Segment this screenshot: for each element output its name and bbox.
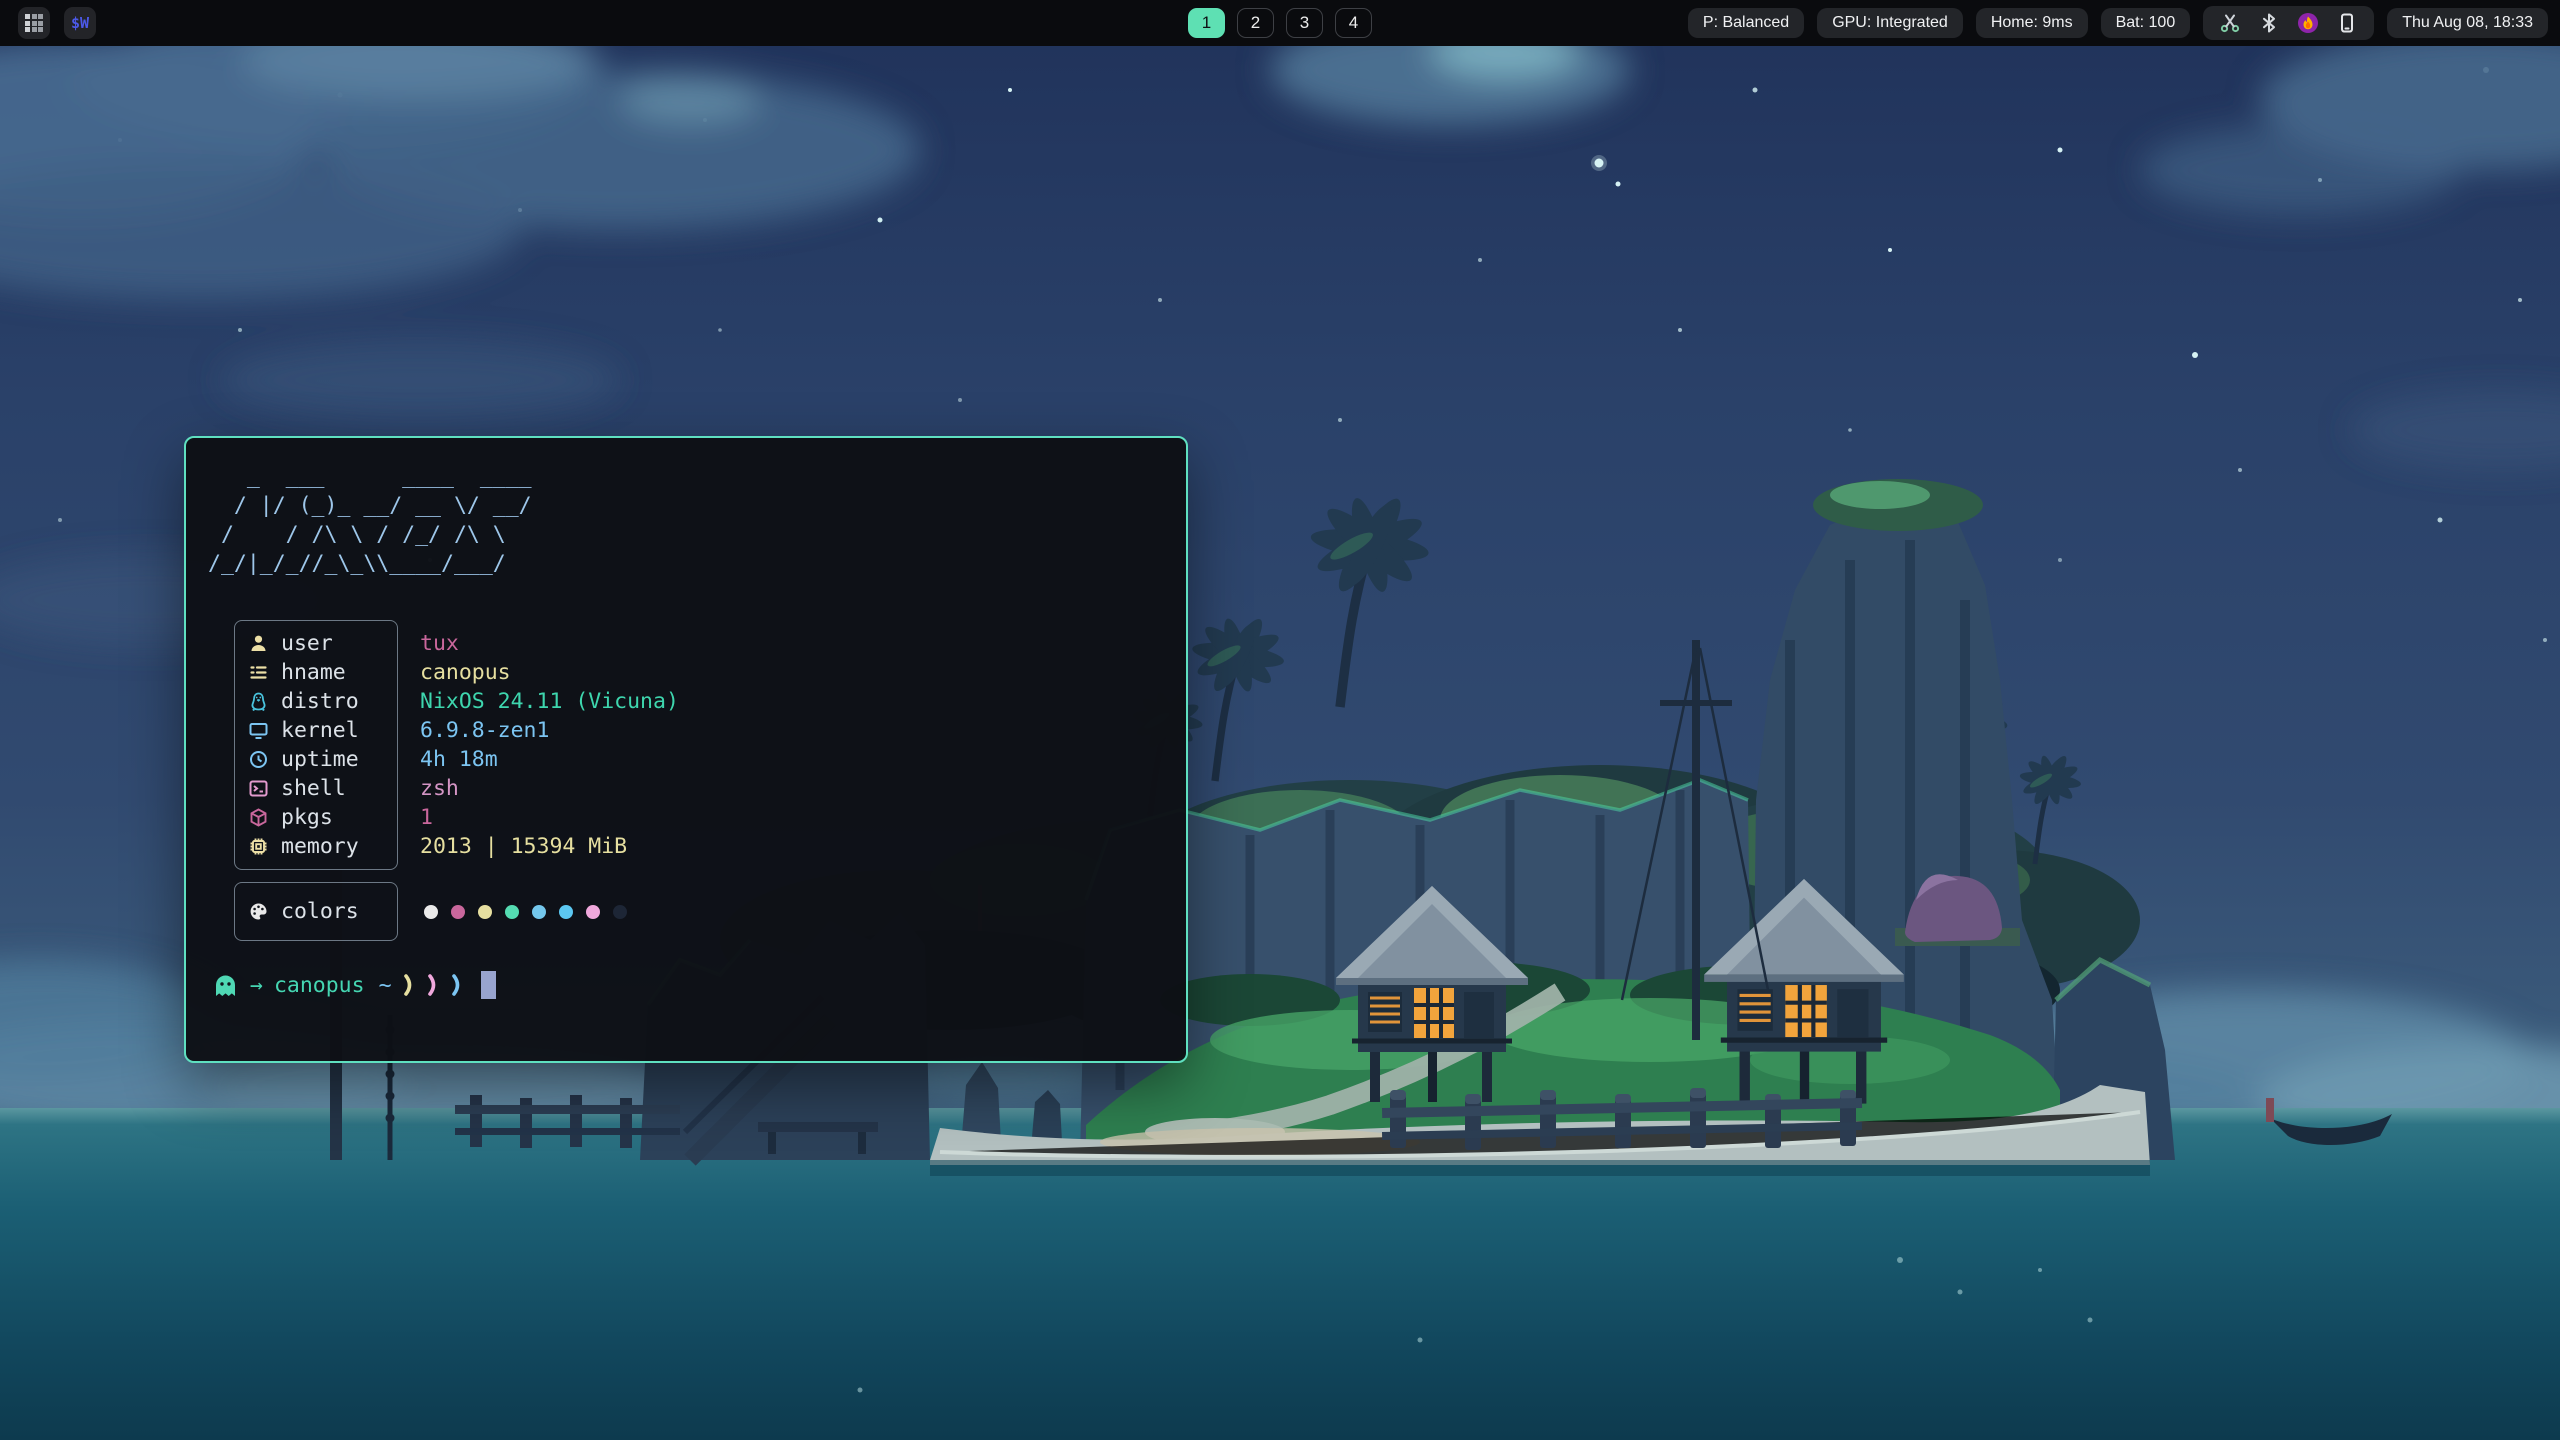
chip-icon xyxy=(248,836,269,857)
fetch-values-column: tux canopus NixOS 24.11 (Vicuna) 6.9.8-z… xyxy=(420,620,679,941)
fetch-info-box: user hname distro kernel xyxy=(234,620,398,870)
monitor-icon xyxy=(248,720,269,741)
chevron-icon xyxy=(403,972,416,998)
info-row-kernel: kernel xyxy=(235,716,397,745)
prompt-arrow: → xyxy=(250,973,263,998)
desktop: $W 1 2 3 4 P: Balanced GPU: Integrated H… xyxy=(0,0,2560,1440)
info-row-distro: distro xyxy=(235,687,397,716)
gpu-module: GPU: Integrated xyxy=(1817,8,1963,38)
palette-dot xyxy=(505,905,519,919)
user-icon xyxy=(248,633,269,654)
bar-left: $W xyxy=(18,7,96,39)
ascii-logo: _ ___ ____ ____ / |/ (_)_ __/ __ \/ __/ … xyxy=(208,462,1162,578)
info-value-uptime: 4h 18m xyxy=(420,745,679,774)
info-value-distro: NixOS 24.11 (Vicuna) xyxy=(420,687,679,716)
chevron-icon xyxy=(427,972,440,998)
clock-module: Thu Aug 08, 18:33 xyxy=(2387,8,2548,38)
top-bar: $W 1 2 3 4 P: Balanced GPU: Integrated H… xyxy=(0,0,2560,46)
package-icon xyxy=(248,807,269,828)
info-value-pkgs: 1 xyxy=(420,803,679,832)
info-label: distro xyxy=(281,689,359,714)
bluetooth-icon[interactable] xyxy=(2258,12,2280,34)
palette-dot xyxy=(532,905,546,919)
palette-dot xyxy=(613,905,627,919)
scissors-icon[interactable] xyxy=(2219,12,2241,34)
palette-dots xyxy=(420,897,679,926)
workspace-switcher: 1 2 3 4 xyxy=(1188,0,1372,46)
info-row-pkgs: pkgs xyxy=(235,803,397,832)
info-label: memory xyxy=(281,834,359,859)
info-row-hname: hname xyxy=(235,658,397,687)
info-row-colors: colors xyxy=(235,897,397,926)
prompt-path: ~ xyxy=(379,973,392,998)
logo-button[interactable]: $W xyxy=(64,7,96,39)
dollar-w-logo: $W xyxy=(71,14,89,32)
info-label: shell xyxy=(281,776,346,801)
info-label: uptime xyxy=(281,747,359,772)
info-label: user xyxy=(281,631,333,656)
bar-right: P: Balanced GPU: Integrated Home: 9ms Ba… xyxy=(1688,6,2548,40)
system-tray xyxy=(2203,6,2374,40)
info-label: pkgs xyxy=(281,805,333,830)
clock-icon xyxy=(248,749,269,770)
colors-box: colors xyxy=(234,882,398,941)
app-launcher-button[interactable] xyxy=(18,7,50,39)
app-grid-icon xyxy=(25,14,43,32)
power-profile-module: P: Balanced xyxy=(1688,8,1804,38)
info-value-hname: canopus xyxy=(420,658,679,687)
palette-dot xyxy=(478,905,492,919)
shell-prompt[interactable]: → canopus ~ xyxy=(212,971,1162,999)
ghost-icon xyxy=(212,972,239,999)
fetch-output: user hname distro kernel xyxy=(234,620,1162,941)
workspace-button-1[interactable]: 1 xyxy=(1188,8,1225,38)
info-value-user: tux xyxy=(420,629,679,658)
palette-dot xyxy=(451,905,465,919)
prompt-host: canopus xyxy=(274,973,365,998)
workspace-button-3[interactable]: 3 xyxy=(1286,8,1323,38)
info-label: hname xyxy=(281,660,346,685)
info-value-memory: 2013 | 15394 MiB xyxy=(420,832,679,861)
fetch-labels-column: user hname distro kernel xyxy=(234,620,398,941)
battery-module: Bat: 100 xyxy=(2101,8,2191,38)
penguin-icon xyxy=(248,691,269,712)
info-value-shell: zsh xyxy=(420,774,679,803)
ping-module: Home: 9ms xyxy=(1976,8,2088,38)
info-label: kernel xyxy=(281,718,359,743)
palette-icon xyxy=(248,901,269,922)
workspace-button-4[interactable]: 4 xyxy=(1335,8,1372,38)
phone-icon[interactable] xyxy=(2336,12,2358,34)
info-row-user: user xyxy=(235,629,397,658)
workspace-button-2[interactable]: 2 xyxy=(1237,8,1274,38)
terminal-icon xyxy=(248,778,269,799)
info-row-memory: memory xyxy=(235,832,397,861)
info-row-shell: shell xyxy=(235,774,397,803)
info-row-uptime: uptime xyxy=(235,745,397,774)
flame-icon[interactable] xyxy=(2297,12,2319,34)
palette-dot xyxy=(559,905,573,919)
info-label: colors xyxy=(281,899,359,924)
palette-dot xyxy=(586,905,600,919)
palette-dot xyxy=(424,905,438,919)
terminal-cursor xyxy=(481,971,496,999)
chevron-icon xyxy=(451,972,464,998)
hostname-icon xyxy=(248,662,269,683)
terminal-window[interactable]: _ ___ ____ ____ / |/ (_)_ __/ __ \/ __/ … xyxy=(184,436,1188,1063)
info-value-kernel: 6.9.8-zen1 xyxy=(420,716,679,745)
